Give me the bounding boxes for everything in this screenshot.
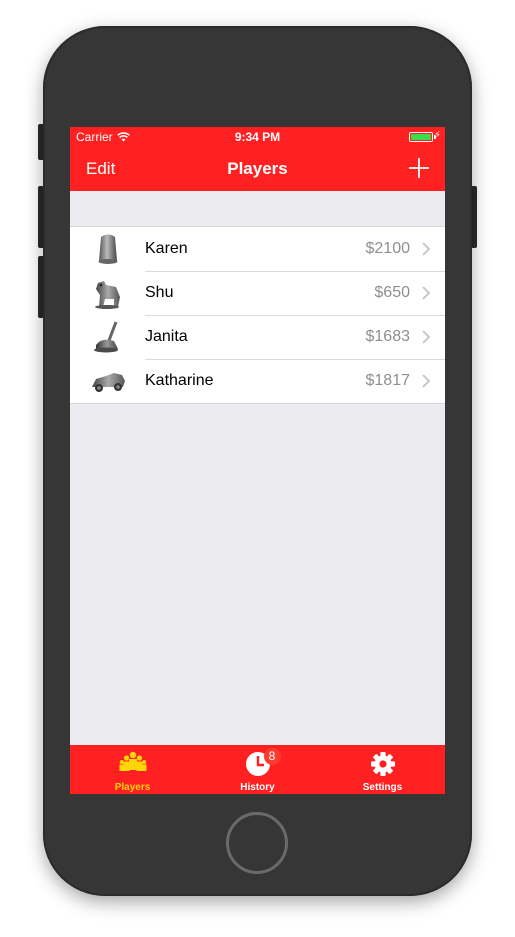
chevron-right-icon: [422, 330, 431, 344]
status-bar: Carrier 9:34 PM ⚡: [70, 127, 445, 147]
player-row[interactable]: Karen $2100: [70, 227, 445, 271]
device-frame: Carrier 9:34 PM ⚡ Edit Players Karen $21…: [0, 0, 515, 937]
player-amount: $2100: [365, 240, 411, 257]
tab-bar: Players 8 History Settings: [70, 745, 445, 794]
player-amount: $650: [374, 284, 410, 301]
iron-icon: [94, 321, 118, 353]
plus-icon[interactable]: [407, 153, 431, 183]
app-screen: Carrier 9:34 PM ⚡ Edit Players Karen $21…: [70, 127, 445, 794]
status-time: 9:34 PM: [234, 130, 281, 144]
player-name: Katharine: [145, 372, 214, 389]
player-name: Janita: [145, 328, 188, 345]
tab-label: History: [240, 782, 275, 793]
battery-level: [411, 134, 431, 140]
chevron-right-icon: [422, 286, 431, 300]
players-table: Karen $2100 Shu $650 Janita $1683 Kathar…: [70, 226, 445, 404]
chevron-right-icon: [422, 374, 431, 388]
tab-label: Players: [114, 782, 151, 793]
player-amount: $1683: [365, 328, 411, 345]
home-button[interactable]: [226, 812, 288, 874]
charging-bolt-icon: ⚡: [433, 130, 441, 141]
player-name: Shu: [145, 284, 174, 301]
tab-label: Settings: [362, 782, 403, 793]
gear-icon: [370, 752, 395, 776]
player-row[interactable]: Shu $650: [70, 271, 445, 315]
player-row[interactable]: Katharine $1817: [70, 359, 445, 403]
player-row[interactable]: Janita $1683: [70, 315, 445, 359]
chevron-right-icon: [422, 242, 431, 256]
battery-icon: [409, 132, 436, 142]
player-name: Karen: [145, 240, 188, 257]
history-badge: 8: [263, 748, 281, 765]
car-icon: [92, 373, 125, 392]
page-title: Players: [227, 159, 288, 178]
navigation-bar: Edit Players: [70, 147, 445, 191]
player-amount: $1817: [365, 372, 411, 389]
thimble-icon: [98, 234, 118, 264]
tab-players[interactable]: Players: [70, 745, 195, 794]
dog-icon: [95, 281, 120, 309]
tab-settings[interactable]: Settings: [320, 745, 445, 794]
players-group-icon: [119, 751, 146, 771]
tab-history[interactable]: 8 History: [195, 745, 320, 794]
